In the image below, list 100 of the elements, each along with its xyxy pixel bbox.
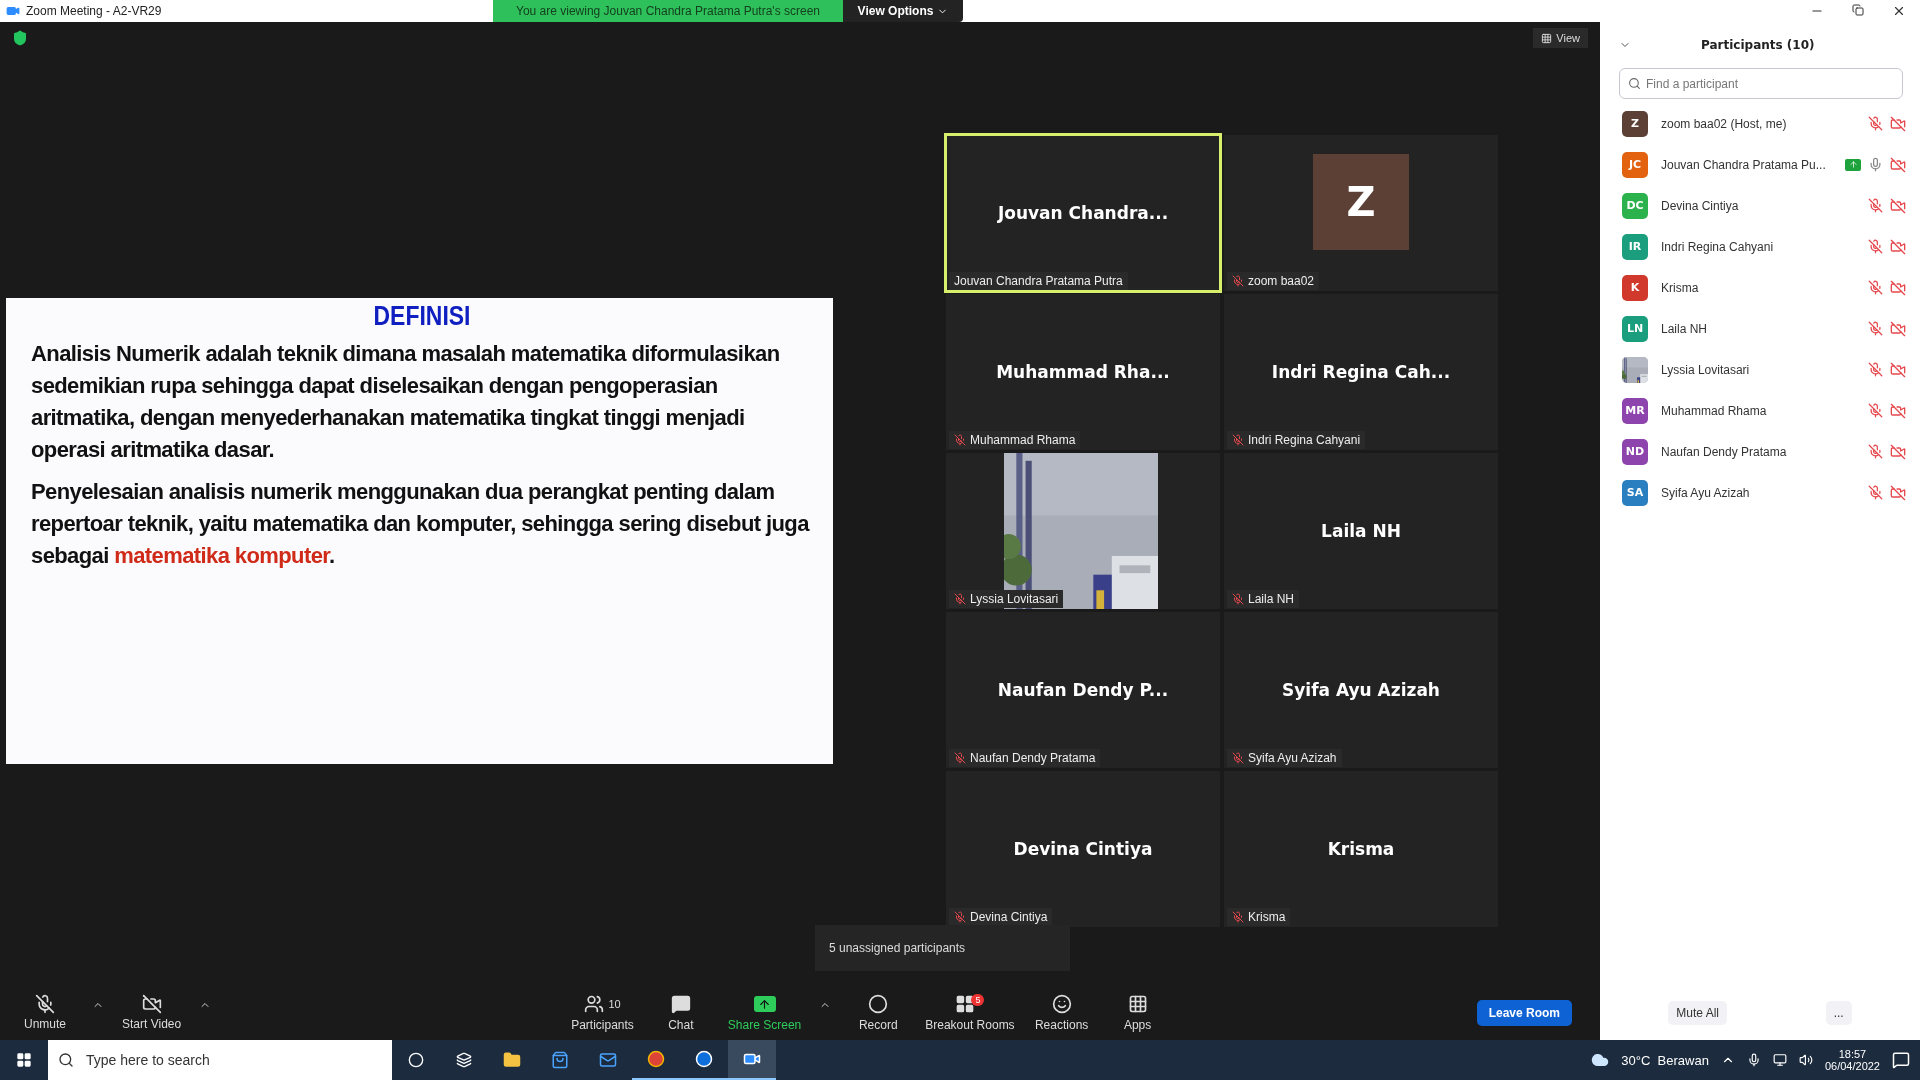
- video-off-icon: [1890, 320, 1906, 337]
- participant-name: Laila NH: [1321, 521, 1401, 541]
- video-off-icon: [1890, 484, 1906, 501]
- participant-name: Indri Regina Cah...: [1271, 362, 1451, 382]
- volume-icon[interactable]: [1798, 1053, 1813, 1067]
- participant-name: Muhammad Rha...: [996, 362, 1170, 382]
- participant-name[interactable]: Jouvan Chandra Pratama Pu...: [1661, 157, 1832, 172]
- search-icon: [1628, 77, 1641, 90]
- video-tile[interactable]: Naufan Dendy P... Naufan Dendy Pratama: [946, 612, 1220, 768]
- video-off-icon: [1890, 238, 1906, 255]
- video-off-icon: [1890, 115, 1906, 132]
- avatar: MR: [1622, 397, 1648, 424]
- avatar: SA: [1622, 479, 1648, 506]
- participant-name[interactable]: Krisma: [1661, 280, 1855, 295]
- participant-name[interactable]: Naufan Dendy Pratama: [1661, 444, 1855, 459]
- toolbar-button[interactable]: Reactions: [1032, 993, 1091, 1032]
- video-off-icon: [141, 994, 162, 1014]
- leave-room-button[interactable]: Leave Room: [1476, 999, 1572, 1026]
- close-icon[interactable]: [1892, 4, 1906, 18]
- avatar: Z: [1622, 110, 1648, 137]
- video-tile[interactable]: Z zoom baa02: [1224, 135, 1498, 291]
- apps-icon: [1127, 994, 1148, 1014]
- video-off-icon: [1890, 279, 1906, 296]
- smile-icon: [1051, 994, 1072, 1014]
- participant-name: Jouvan Chandra...: [997, 203, 1169, 223]
- toolbar-button[interactable]: Record: [849, 993, 908, 1032]
- name-label: Naufan Dendy Pratama: [970, 751, 1096, 765]
- video-tile[interactable]: Krisma Krisma: [1224, 771, 1498, 927]
- window-title: Zoom Meeting - A2-VR29: [26, 4, 162, 18]
- avatar: ND: [1622, 438, 1648, 465]
- name-label: zoom baa02: [1248, 274, 1315, 288]
- video-tile[interactable]: Jouvan Chandra... Jouvan Chandra Pratama Putra: [946, 135, 1220, 291]
- toolbar-button[interactable]: Apps: [1108, 993, 1167, 1032]
- avatar: JC: [1622, 151, 1648, 178]
- toolbar-button[interactable]: 5 Breakout Rooms: [925, 993, 1015, 1032]
- video-off-icon: [1890, 156, 1906, 173]
- network-icon[interactable]: [1772, 1053, 1787, 1067]
- avatar: Z: [1313, 154, 1409, 250]
- share-screen-icon: [753, 996, 776, 1012]
- participant-name: Devina Cintiya: [1013, 839, 1153, 859]
- participant-name[interactable]: Lyssia Lovitasari: [1661, 362, 1855, 377]
- breakout-rooms-icon: [955, 994, 976, 1014]
- avatar: K: [1622, 274, 1648, 301]
- participant-name[interactable]: Laila NH: [1661, 321, 1855, 336]
- record-icon: [868, 994, 889, 1014]
- participant-name[interactable]: Muhammad Rhama: [1661, 403, 1855, 418]
- mic-icon: [1746, 1053, 1761, 1067]
- avatar: IR: [1622, 233, 1648, 260]
- chat-icon: [670, 994, 691, 1014]
- name-label: Laila NH: [1248, 592, 1295, 606]
- video-off-icon: [1890, 402, 1906, 419]
- count-badge: 5: [971, 994, 985, 1006]
- zoom-app-icon[interactable]: [728, 1040, 776, 1080]
- more-button[interactable]: ...: [1825, 1000, 1852, 1025]
- video-tile[interactable]: Syifa Ayu Azizah Syifa Ayu Azizah: [1224, 612, 1498, 768]
- restore-icon[interactable]: [1852, 4, 1864, 16]
- video-off-icon: [1890, 361, 1906, 378]
- participant-name[interactable]: zoom baa02 (Host, me): [1661, 116, 1855, 131]
- view-button[interactable]: View: [1533, 28, 1588, 48]
- participant-name[interactable]: Syifa Ayu Azizah: [1661, 485, 1855, 500]
- grid-icon: [1541, 32, 1553, 44]
- toolbar-button[interactable]: 10 Participants: [571, 993, 634, 1032]
- start-video-button[interactable]: Start Video: [122, 994, 182, 1031]
- mic-off-icon: [35, 994, 55, 1014]
- mute-all-button[interactable]: Mute All: [1668, 1000, 1727, 1025]
- toolbar-button[interactable]: Share Screen: [727, 993, 802, 1032]
- shield-icon: [12, 30, 28, 46]
- taskbar-search[interactable]: Type here to search: [48, 1040, 392, 1080]
- share-banner: You are viewing Jouvan Chandra Pratama Putra's screen: [493, 0, 843, 22]
- unmute-button[interactable]: Unmute: [16, 994, 74, 1031]
- participant-name: Naufan Dendy P...: [997, 680, 1169, 700]
- avatar: LN: [1622, 315, 1648, 342]
- name-label: Indri Regina Cahyani: [1248, 433, 1361, 447]
- participant-name[interactable]: Devina Cintiya: [1661, 198, 1855, 213]
- windows-logo-icon: [16, 1052, 32, 1068]
- name-label: Devina Cintiya: [970, 910, 1048, 924]
- participants-icon: [584, 994, 605, 1014]
- name-label: Muhammad Rhama: [970, 433, 1076, 447]
- video-tile[interactable]: Muhammad Rha... Muhammad Rhama: [946, 294, 1220, 450]
- toolbar-button[interactable]: Chat: [651, 993, 710, 1032]
- notification-icon[interactable]: [1892, 1051, 1910, 1069]
- zoom-logo-icon: [6, 4, 20, 18]
- view-options-button[interactable]: View Options: [843, 0, 963, 22]
- video-tile[interactable]: Indri Regina Cah... Indri Regina Cahyani: [1224, 294, 1498, 450]
- clock[interactable]: 18:57 06/04/2022: [1824, 1048, 1880, 1072]
- participant-name[interactable]: Indri Regina Cahyani: [1661, 239, 1855, 254]
- video-off-icon: [1890, 443, 1906, 460]
- avatar: DC: [1622, 192, 1648, 219]
- name-label: Syifa Ayu Azizah: [1248, 751, 1337, 765]
- video-tile[interactable]: Devina Cintiya Devina Cintiya: [946, 771, 1220, 927]
- name-label: Krisma: [1248, 910, 1286, 924]
- video-off-icon: [1890, 197, 1906, 214]
- video-tile[interactable]: Lyssia Lovitasari: [946, 453, 1220, 609]
- name-label: Lyssia Lovitasari: [970, 592, 1059, 606]
- search-icon: [58, 1052, 74, 1068]
- slide-paragraph: Penyelesaian analisis numerik menggunakan dua perangkat penting dalam repertoar teknik, yaitu matematika dan komputer, sehingga sering disebut juga sebagai matematika komputer.: [31, 478, 811, 570]
- participant-name: Krisma: [1327, 839, 1395, 859]
- weather-text: 30°C Berawan: [1621, 1052, 1709, 1068]
- search-field[interactable]: Find a participant: [1619, 68, 1903, 99]
- video-tile[interactable]: Laila NH Laila NH: [1224, 453, 1498, 609]
